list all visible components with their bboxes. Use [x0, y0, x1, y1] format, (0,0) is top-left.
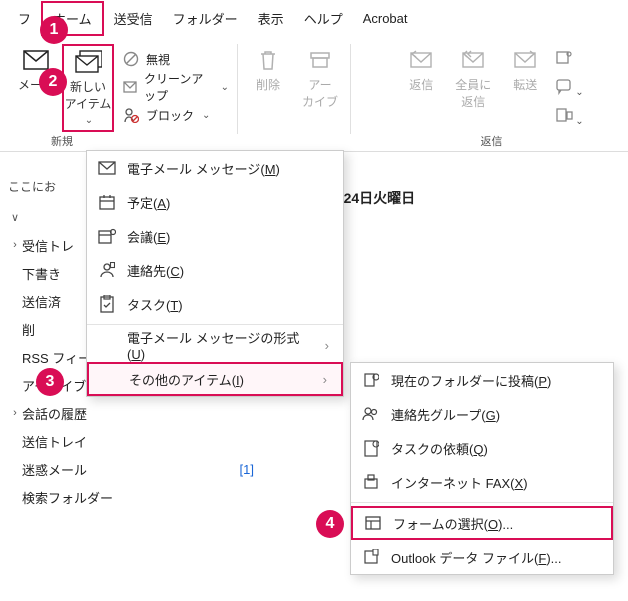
mi-data-file[interactable]: Outlook データ ファイル(F)...: [351, 540, 613, 574]
forward-button[interactable]: 転送: [499, 44, 551, 131]
replyall-button[interactable]: 全員に 返信: [447, 44, 499, 131]
menubar: フ ホーム 送受信 フォルダー 表示 ヘルプ Acrobat: [0, 0, 628, 36]
new-items-menu: 電子メール メッセージ(M) 予定(A) 会議(E) 連絡先(C) タスク(T)…: [86, 150, 344, 397]
block-icon: [122, 106, 140, 124]
folder-item[interactable]: 検索フォルダー: [8, 483, 268, 511]
archive-button[interactable]: アー カイブ: [294, 44, 346, 114]
folder-item[interactable]: ›会話の履歴: [8, 399, 268, 427]
mi-task[interactable]: タスク(T): [87, 287, 343, 321]
cleanup-icon: [122, 78, 138, 96]
folder-label: 迷惑メール: [22, 460, 240, 479]
folder-label: 会話の履歴: [22, 404, 268, 423]
mi-task-request[interactable]: タスクの依頼(Q): [351, 431, 613, 465]
annotation-marker-3: 3: [36, 368, 64, 396]
calendar-icon: [97, 192, 117, 212]
mi-post[interactable]: 現在のフォルダーに投稿(P): [351, 363, 613, 397]
cleanup-button[interactable]: クリーンアップ⌄: [118, 74, 233, 100]
annotation-marker-4: 4: [316, 510, 344, 538]
menu-help[interactable]: ヘルプ: [294, 3, 353, 34]
menu-folder[interactable]: フォルダー: [163, 3, 248, 34]
meeting-icon: [97, 226, 117, 246]
folder-item[interactable]: 迷惑メール[1]: [8, 455, 268, 483]
ribbon-group-reply: 返信 全員に 返信 転送 ⌄ ⌄ 返信: [355, 44, 628, 151]
more-reply-icon[interactable]: ⌄: [555, 106, 583, 127]
group-icon: [361, 404, 381, 424]
chevron-icon: ›: [8, 407, 22, 419]
fax-icon: [361, 472, 381, 492]
chevron-icon: ∨: [8, 211, 22, 224]
trash-icon: [254, 48, 282, 72]
mi-format[interactable]: 電子メール メッセージの形式(U)›: [87, 328, 343, 362]
ignore-icon: [122, 50, 140, 68]
task-icon: [97, 294, 117, 314]
mi-fax[interactable]: インターネット FAX(X): [351, 465, 613, 499]
chevron-right-icon: ›: [325, 338, 329, 353]
reply-button[interactable]: 返信: [395, 44, 447, 131]
mail-icon: [97, 158, 117, 178]
content-header: 4年9月24日火曜日 定表: [300, 180, 622, 242]
mi-choose-form[interactable]: フォームの選択(O)...: [351, 506, 613, 540]
annotation-marker-2: 2: [39, 68, 67, 96]
menu-sendrecv[interactable]: 送受信: [104, 3, 163, 34]
ribbon-group-new-label: 新規: [51, 133, 73, 149]
mi-contact-group[interactable]: 連絡先グループ(G): [351, 397, 613, 431]
menu-view[interactable]: 表示: [248, 3, 294, 34]
archive-icon: [306, 48, 334, 72]
reply-icon: [407, 48, 435, 72]
mi-contact[interactable]: 連絡先(C): [87, 253, 343, 287]
mail-icon: [22, 48, 50, 72]
contact-icon: [97, 260, 117, 280]
form-icon: [363, 513, 383, 533]
block-button[interactable]: ブロック⌄: [118, 102, 233, 128]
task-request-icon: [361, 438, 381, 458]
ribbon: メール 新しい アイテム ⌄ 新規 無視 クリーンアップ⌄ ブロック⌄ 削除 ア…: [0, 36, 628, 152]
junk-stack: 無視 クリーンアップ⌄ ブロック⌄: [118, 44, 233, 128]
annotation-marker-1: 1: [40, 16, 68, 44]
chevron-right-icon: ›: [323, 372, 327, 387]
post-icon: [361, 370, 381, 390]
datafile-icon: [361, 547, 381, 567]
replyall-icon: [459, 48, 487, 72]
schedule-label: 定表: [300, 216, 622, 241]
mi-email[interactable]: 電子メール メッセージ(M): [87, 151, 343, 185]
new-items-label: 新しい アイテム ⌄: [64, 78, 112, 126]
folder-item[interactable]: 送信トレイ: [8, 427, 268, 455]
folder-label: 送信トレイ: [22, 432, 268, 451]
new-items-icon: [74, 50, 102, 74]
new-items-button[interactable]: 新しい アイテム ⌄: [62, 44, 114, 132]
forward-icon: [511, 48, 539, 72]
unread-count: [1]: [240, 462, 268, 477]
ribbon-group-reply-label: 返信: [481, 133, 503, 149]
folder-label: 検索フォルダー: [22, 488, 268, 507]
mi-other-items[interactable]: その他のアイテム(I)›: [87, 362, 343, 396]
menu-file[interactable]: フ: [8, 3, 41, 34]
ribbon-group-new: メール 新しい アイテム ⌄ 新規: [6, 44, 118, 151]
mi-appointment[interactable]: 予定(A): [87, 185, 343, 219]
ignore-button[interactable]: 無視: [118, 46, 233, 72]
meeting-icon[interactable]: [555, 48, 583, 69]
im-icon[interactable]: ⌄: [555, 77, 583, 98]
menu-acrobat[interactable]: Acrobat: [353, 5, 418, 32]
chevron-icon: ›: [8, 239, 22, 251]
mi-meeting[interactable]: 会議(E): [87, 219, 343, 253]
date-heading: 4年9月24日火曜日: [300, 180, 622, 216]
delete-button[interactable]: 削除: [242, 44, 294, 97]
other-items-submenu: 現在のフォルダーに投稿(P) 連絡先グループ(G) タスクの依頼(Q) インター…: [350, 362, 614, 575]
